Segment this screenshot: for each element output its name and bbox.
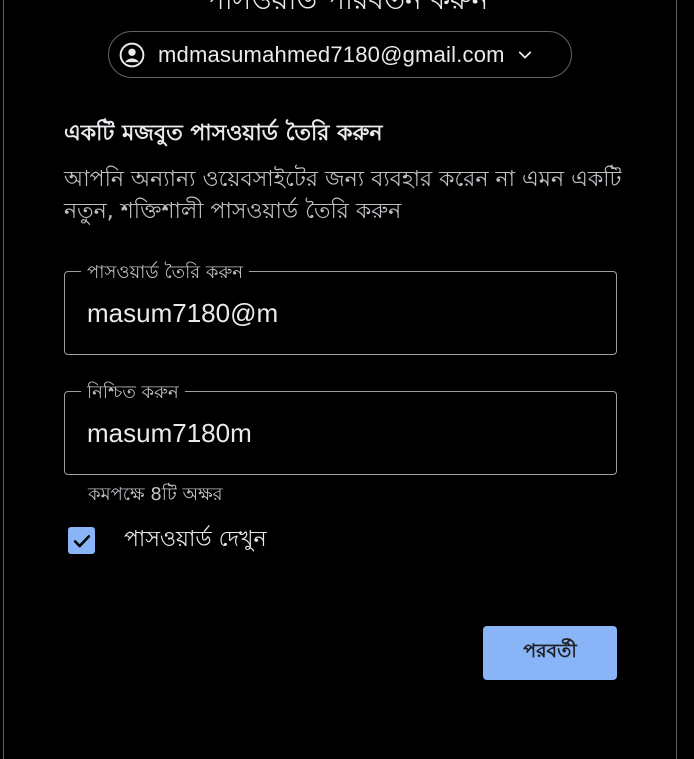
create-password-input[interactable] [87,298,587,329]
chevron-down-icon [515,45,535,65]
account-circle-icon [118,41,146,69]
show-password-toggle[interactable]: পাসওয়ার্ড দেখুন [68,522,267,559]
check-icon [73,534,90,547]
password-helper-text: কমপক্ষে 8টি অক্ষর [88,484,223,505]
section-description: আপনি অন্যান্য ওয়েবসাইটের জন্য ব্যবহার ক… [64,167,622,224]
confirm-password-label: নিশ্চিত করুন [81,378,185,409]
page-heading: পাসওয়ার্ড পরিবর্তন করুন [0,0,694,25]
create-password-field[interactable]: পাসওয়ার্ড তৈরি করুন [64,258,617,355]
account-chip[interactable]: mdmasumahmed7180@gmail.com [108,31,572,78]
section-title: একটি মজবুত পাসওয়ার্ড তৈরি করুন [64,121,383,146]
confirm-password-input[interactable] [87,418,587,449]
show-password-checkbox[interactable] [68,527,95,554]
confirm-password-field[interactable]: নিশ্চিত করুন [64,378,617,475]
create-password-label: পাসওয়ার্ড তৈরি করুন [81,258,250,289]
next-button[interactable]: পরবর্তী [483,626,617,680]
account-email: mdmasumahmed7180@gmail.com [158,41,505,67]
show-password-label: পাসওয়ার্ড দেখুন [124,527,267,552]
